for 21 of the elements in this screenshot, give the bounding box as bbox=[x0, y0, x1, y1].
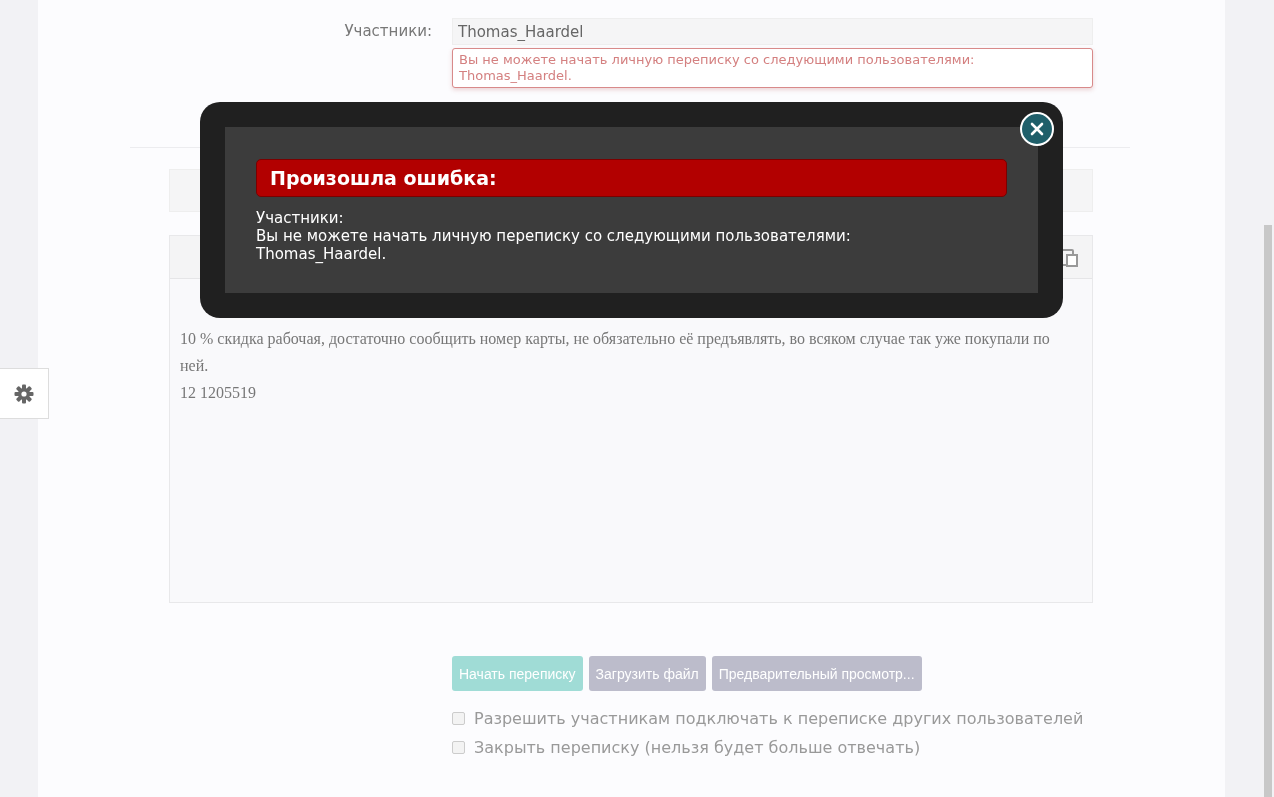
settings-tab[interactable] bbox=[0, 368, 49, 419]
checkbox[interactable] bbox=[452, 741, 465, 754]
action-button[interactable]: Предварительный просмотр... bbox=[711, 656, 922, 691]
participants-label: Участники: bbox=[344, 21, 432, 42]
message-text: 10 % скидка рабочая, достаточно сообщить номер карты, не обязательно её предъявлять, во всяком случае так уже покупали по ней. bbox=[180, 329, 1051, 376]
error-tooltip: Вы не можете начать личную переписку со следующими пользователями: Thomas_Haardel. bbox=[452, 48, 1093, 88]
message-text: 12 1205519 bbox=[180, 383, 257, 403]
action-button[interactable]: Загрузить файл bbox=[588, 656, 706, 691]
error-text: Thomas_Haardel. bbox=[256, 245, 388, 263]
checkbox[interactable] bbox=[452, 712, 465, 725]
error-text: Участники: bbox=[256, 209, 345, 227]
close-icon[interactable] bbox=[1030, 122, 1044, 136]
close-button[interactable] bbox=[1020, 112, 1054, 146]
action-button[interactable]: Начать переписку bbox=[452, 656, 583, 691]
scrollbar[interactable] bbox=[1264, 225, 1272, 797]
error-title: Произошла ошибка: bbox=[256, 159, 1007, 197]
paste-icon[interactable] bbox=[1060, 247, 1078, 267]
checkbox-label[interactable]: Разрешить участникам подключать к переписке других пользователей bbox=[474, 708, 1084, 729]
settings-icon[interactable] bbox=[14, 383, 34, 404]
participants-field[interactable]: Thomas_Haardel bbox=[452, 18, 1093, 45]
checkbox-label[interactable]: Закрыть переписку (нельзя будет больше отвечать) bbox=[474, 737, 921, 758]
